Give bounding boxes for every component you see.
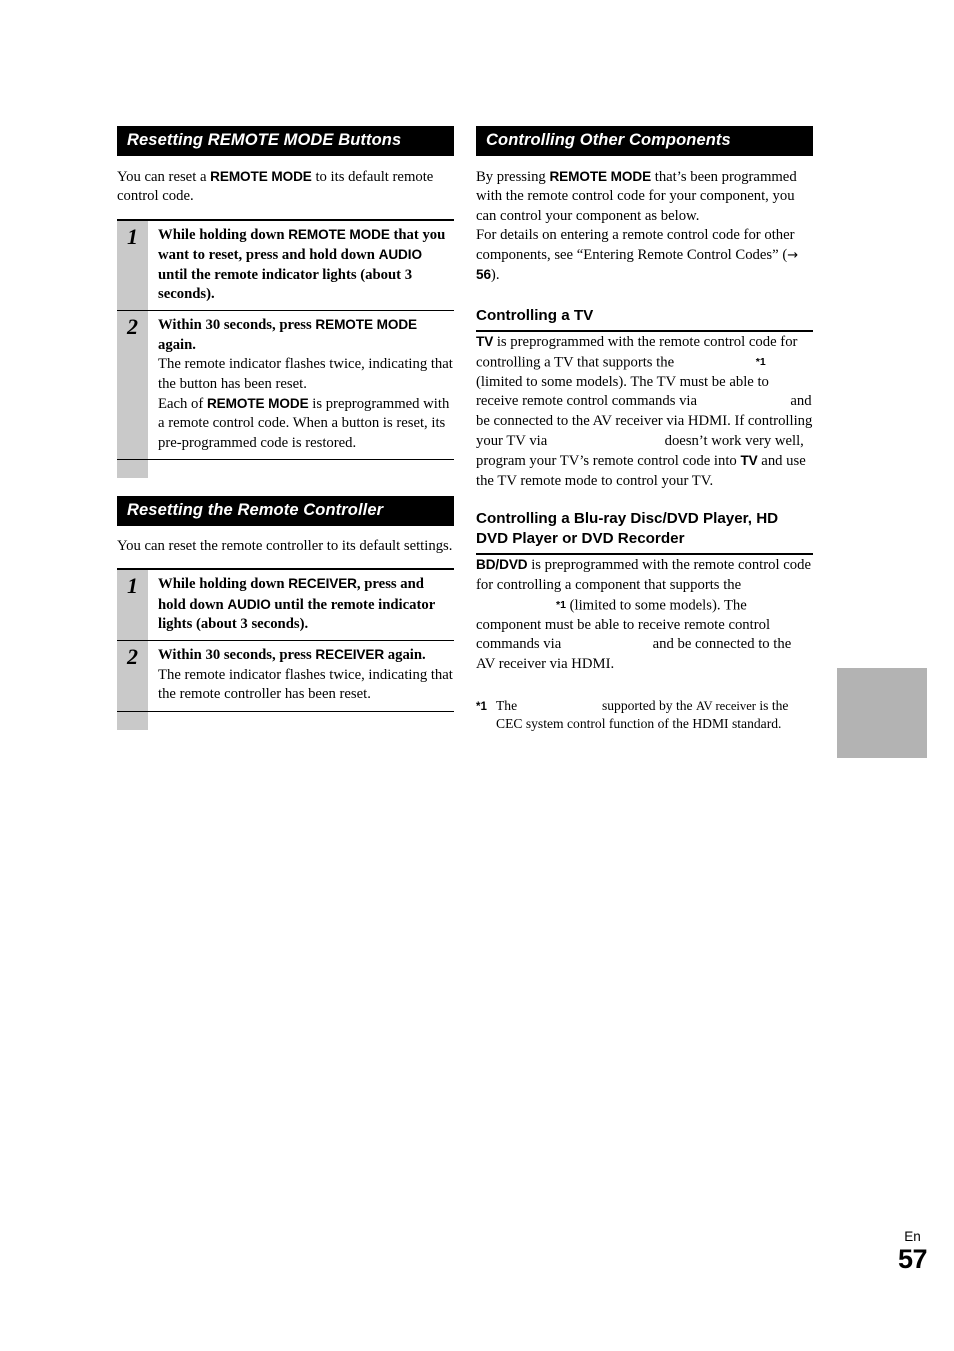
- intro-paragraph: By pressing REMOTE MODE that’s been prog…: [476, 167, 813, 227]
- intro-text: For details on entering a remote control…: [476, 227, 795, 263]
- control-name: RECEIVER: [315, 647, 385, 663]
- step-list-resetting-remote-mode: 1 While holding down REMOTE MODE that you…: [117, 218, 454, 479]
- footnote-text: supported by the: [598, 697, 696, 713]
- intro-text-before: You can reset a: [117, 168, 211, 185]
- folio-language-code: En: [904, 1229, 921, 1244]
- step-item: 2 Within 30 seconds, press RECEIVER again…: [117, 641, 454, 712]
- step-number: 1: [117, 220, 148, 311]
- footnote-small-caps-text: AV receiver: [695, 698, 756, 713]
- step-note: Each of REMOTE MODE is preprogrammed wit…: [158, 394, 454, 453]
- page-folio: En 57: [897, 1229, 928, 1274]
- section-header-resetting-the-remote-controller: Resetting the Remote Controller: [117, 496, 454, 526]
- control-name: TV: [476, 334, 494, 350]
- folio-page-number: 57: [897, 1244, 928, 1274]
- intro-paragraph: For details on entering a remote control…: [476, 226, 813, 286]
- footnote-text: The: [496, 697, 521, 713]
- manual-page: Resetting REMOTE MODE Buttons You can re…: [0, 0, 954, 1351]
- subsection-heading: Controlling a TV: [476, 306, 813, 333]
- step-number-column-tail: [117, 711, 148, 730]
- controlling-subsections: Controlling a TV TV is preprogrammed with…: [476, 306, 813, 674]
- intro-text-before: You can reset the remote controller to i…: [117, 537, 453, 554]
- footnote-reference: *1: [556, 598, 566, 611]
- step-number: 1: [117, 570, 148, 641]
- step-body: Within 30 seconds, press REMOTE MODE aga…: [148, 311, 454, 459]
- missing-logo-placeholder: [476, 597, 556, 609]
- footnote-1: *1 The supported by the AV receiver is t…: [476, 697, 813, 733]
- step-text: again.: [158, 336, 196, 353]
- subsection-body: BD/DVD is preprogrammed with the remote …: [476, 555, 813, 674]
- note-text: The remote indicator flashes twice, indi…: [158, 356, 453, 392]
- subsection-heading: Controlling a Blu-ray Disc/DVD Player, H…: [476, 509, 813, 556]
- footnote-reference: *1: [755, 355, 766, 368]
- section1-intro-paragraph: You can reset a REMOTE MODE to its defau…: [117, 167, 454, 207]
- missing-logo-placeholder: [521, 698, 599, 710]
- missing-logo-placeholder: [678, 354, 756, 366]
- subsection-body: TV is preprogrammed with the remote cont…: [476, 332, 813, 491]
- intro-text: By pressing: [476, 168, 550, 185]
- intro-text: ).: [490, 267, 500, 284]
- step-body: While holding down RECEIVER, press and h…: [148, 570, 454, 640]
- step-text: again.: [384, 647, 426, 664]
- left-column: Resetting REMOTE MODE Buttons You can re…: [117, 126, 454, 730]
- thumb-index-tab: [837, 668, 927, 758]
- note-text: The remote indicator flashes twice, indi…: [158, 666, 453, 703]
- control-name: AUDIO: [227, 596, 271, 612]
- step-item: 1 While holding down RECEIVER, press and …: [117, 570, 454, 642]
- section-header-controlling-other-components: Controlling Other Components: [476, 126, 813, 156]
- step-text: Within 30 seconds, press: [158, 647, 316, 664]
- note-text: Each of: [158, 395, 207, 412]
- step-instruction: While holding down RECEIVER, press and h…: [158, 574, 454, 634]
- step-body: Within 30 seconds, press RECEIVER again.…: [148, 641, 454, 710]
- step-number-column-tail: [117, 460, 148, 479]
- step-instruction: Within 30 seconds, press RECEIVER again.: [158, 645, 454, 665]
- right-column: Controlling Other Components By pressing…: [476, 126, 813, 733]
- step-item: 1 While holding down REMOTE MODE that you…: [117, 220, 454, 312]
- controlling-other-components-intro: By pressing REMOTE MODE that’s been prog…: [476, 167, 813, 287]
- step-body: While holding down REMOTE MODE that you …: [148, 221, 454, 311]
- control-name: REMOTE MODE: [549, 168, 652, 184]
- step-text: While holding down: [158, 576, 289, 593]
- control-name: 56: [476, 267, 491, 283]
- step-instruction: Within 30 seconds, press REMOTE MODE aga…: [158, 315, 454, 355]
- step-text: While holding down: [158, 226, 289, 243]
- section2-intro-paragraph: You can reset the remote controller to i…: [117, 537, 454, 557]
- step-text: until the remote indicator lights (about…: [158, 266, 413, 302]
- step-item: 2 Within 30 seconds, press REMOTE MODE ag…: [117, 311, 454, 461]
- step-list-tail: [117, 711, 454, 730]
- missing-logo-placeholder: [701, 393, 787, 405]
- control-name: AUDIO: [378, 247, 422, 263]
- control-name: BD/DVD: [476, 557, 528, 573]
- step-text: Within 30 seconds, press: [158, 317, 316, 334]
- control-name: REMOTE MODE: [288, 226, 390, 242]
- step-list-tail: [117, 460, 454, 479]
- control-name: RECEIVER: [288, 576, 357, 592]
- step-note: The remote indicator flashes twice, indi…: [158, 355, 454, 394]
- missing-logo-placeholder: [551, 433, 661, 445]
- control-name-remote-mode: REMOTE MODE: [210, 168, 312, 184]
- footnote-text: The supported by the AV receiver is the …: [496, 697, 813, 733]
- step-note: The remote indicator flashes twice, indi…: [158, 666, 454, 705]
- section-header-resetting-remote-mode-buttons: Resetting REMOTE MODE Buttons: [117, 126, 454, 156]
- see-also-arrow-icon: →: [787, 247, 799, 263]
- step-list-resetting-remote-controller: 1 While holding down RECEIVER, press and …: [117, 568, 454, 730]
- step-instruction: While holding down REMOTE MODE that you …: [158, 225, 454, 305]
- step-number: 2: [117, 311, 148, 460]
- step-number: 2: [117, 641, 148, 711]
- footnote-marker: *1: [476, 700, 487, 713]
- control-name: TV: [740, 453, 758, 469]
- control-name: REMOTE MODE: [315, 317, 418, 333]
- missing-logo-placeholder: [565, 636, 649, 648]
- control-name: REMOTE MODE: [206, 395, 309, 411]
